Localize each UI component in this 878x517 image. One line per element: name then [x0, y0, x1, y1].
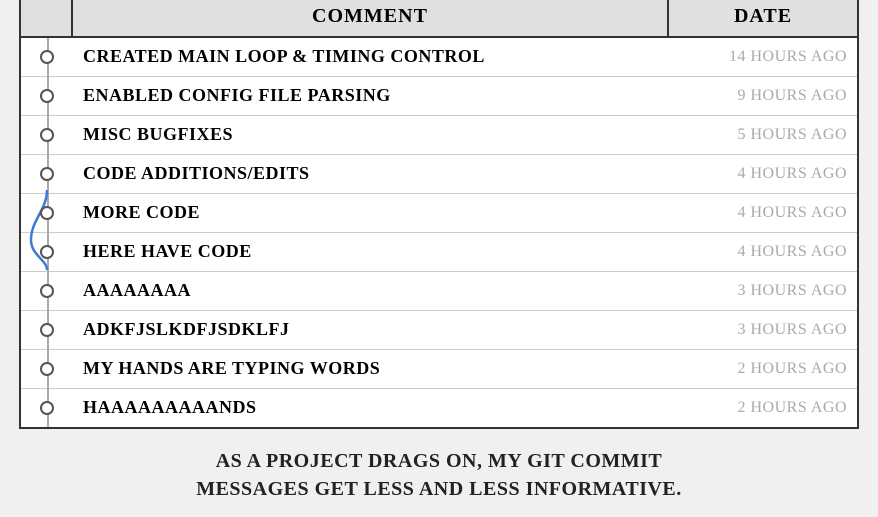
- comment-cell: CREATED MAIN LOOP & TIMING CONTROL: [73, 40, 667, 73]
- date-cell: 3 HOURS AGO: [667, 276, 857, 306]
- date-cell: 9 HOURS AGO: [667, 81, 857, 111]
- date-cell: 2 HOURS AGO: [667, 354, 857, 384]
- dot-cell: [21, 233, 73, 271]
- comment-cell: HAAAAAAAAANDS: [73, 391, 667, 424]
- dot-cell: [21, 194, 73, 232]
- commit-dot: [40, 89, 54, 103]
- caption-line2: MESSAGES GET LESS AND LESS INFORMATIVE.: [29, 475, 849, 503]
- table-row: MY HANDS ARE TYPING WORDS2 HOURS AGO: [21, 350, 857, 389]
- date-cell: 2 HOURS AGO: [667, 393, 857, 423]
- commit-table: COMMENT DATE CREATED MAIN LOOP & TIMING …: [19, 0, 859, 429]
- dot-cell: [21, 311, 73, 349]
- commit-dot: [40, 50, 54, 64]
- table-row: ADKFJSLKDFJSDKLFJ3 HOURS AGO: [21, 311, 857, 350]
- dot-col-header: [21, 0, 73, 36]
- caption: AS A PROJECT DRAGS ON, MY GIT COMMIT MES…: [19, 443, 859, 507]
- dot-cell: [21, 116, 73, 154]
- dot-cell: [21, 389, 73, 427]
- table-row: HAAAAAAAAANDS2 HOURS AGO: [21, 389, 857, 427]
- comment-cell: MISC BUGFIXES: [73, 118, 667, 151]
- date-cell: 4 HOURS AGO: [667, 159, 857, 189]
- table-row: HERE HAVE CODE4 HOURS AGO: [21, 233, 857, 272]
- commit-dot: [40, 401, 54, 415]
- commit-dot: [40, 245, 54, 259]
- dot-cell: [21, 77, 73, 115]
- comment-cell: CODE ADDITIONS/EDITS: [73, 157, 667, 190]
- dot-cell: [21, 272, 73, 310]
- table-header: COMMENT DATE: [21, 0, 857, 38]
- commit-dot: [40, 206, 54, 220]
- dot-cell: [21, 350, 73, 388]
- dot-cell: [21, 38, 73, 76]
- commit-dot: [40, 362, 54, 376]
- dot-cell: [21, 155, 73, 193]
- main-container: COMMENT DATE CREATED MAIN LOOP & TIMING …: [9, 0, 869, 517]
- commit-dot: [40, 323, 54, 337]
- comment-cell: MY HANDS ARE TYPING WORDS: [73, 352, 667, 385]
- comment-cell: ENABLED CONFIG FILE PARSING: [73, 79, 667, 112]
- date-header: DATE: [667, 0, 857, 36]
- comment-cell: ADKFJSLKDFJSDKLFJ: [73, 313, 667, 346]
- commit-dot: [40, 167, 54, 181]
- table-row: CREATED MAIN LOOP & TIMING CONTROL14 HOU…: [21, 38, 857, 77]
- caption-line1: AS A PROJECT DRAGS ON, MY GIT COMMIT: [29, 447, 849, 475]
- table-row: ENABLED CONFIG FILE PARSING9 HOURS AGO: [21, 77, 857, 116]
- table-row: AAAAAAAA3 HOURS AGO: [21, 272, 857, 311]
- comment-header: COMMENT: [73, 0, 667, 36]
- comment-cell: HERE HAVE CODE: [73, 235, 667, 268]
- table-row: CODE ADDITIONS/EDITS4 HOURS AGO: [21, 155, 857, 194]
- date-cell: 3 HOURS AGO: [667, 315, 857, 345]
- commit-dot: [40, 284, 54, 298]
- date-cell: 5 HOURS AGO: [667, 120, 857, 150]
- comment-cell: AAAAAAAA: [73, 274, 667, 307]
- date-cell: 14 HOURS AGO: [667, 42, 857, 72]
- comment-cell: MORE CODE: [73, 196, 667, 229]
- table-row: MORE CODE4 HOURS AGO: [21, 194, 857, 233]
- date-cell: 4 HOURS AGO: [667, 237, 857, 267]
- table-body: CREATED MAIN LOOP & TIMING CONTROL14 HOU…: [21, 38, 857, 427]
- date-cell: 4 HOURS AGO: [667, 198, 857, 228]
- commit-dot: [40, 128, 54, 142]
- table-row: MISC BUGFIXES5 HOURS AGO: [21, 116, 857, 155]
